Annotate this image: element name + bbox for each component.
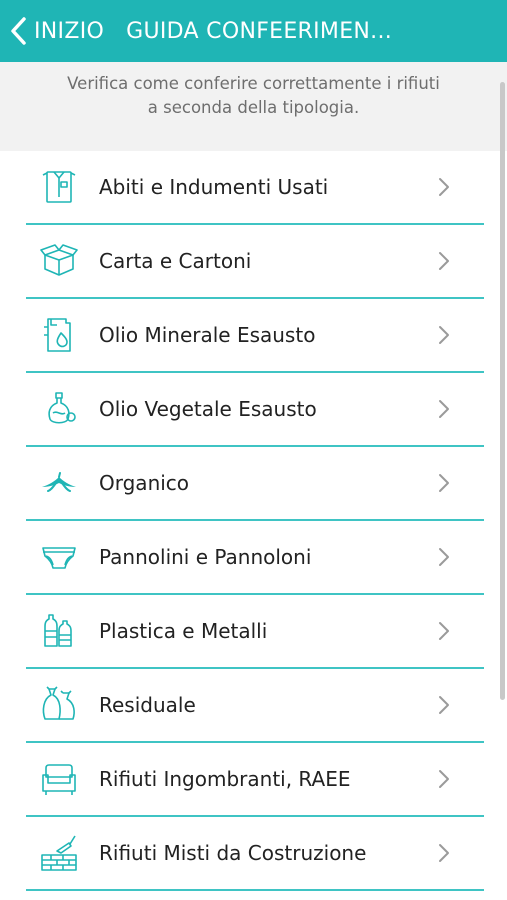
item-label: Organico — [99, 471, 190, 495]
intro-banner: Verifica come conferire correttamente i … — [0, 62, 507, 151]
item-label: Abiti e Indumenti Usati — [99, 175, 329, 199]
list-item-plastica[interactable]: Plastica e Metalli — [26, 595, 484, 669]
chevron-right-icon — [439, 844, 449, 862]
list-item-residuale[interactable]: Residuale — [26, 669, 484, 743]
oil-canister-icon — [36, 312, 82, 358]
page-title: GUIDA CONFEERIMEN... — [126, 18, 393, 44]
list-item-carta[interactable]: Carta e Cartoni — [26, 225, 484, 299]
chevron-right-icon — [439, 252, 449, 270]
plastic-bottles-icon — [36, 608, 82, 654]
item-label: Carta e Cartoni — [99, 249, 252, 273]
trash-bags-icon — [36, 682, 82, 728]
shirt-icon — [36, 164, 82, 210]
back-label: INIZIO — [34, 18, 105, 44]
armchair-icon — [36, 756, 82, 802]
list-item-pannolini[interactable]: Pannolini e Pannoloni — [26, 521, 484, 595]
bricks-trowel-icon — [36, 830, 82, 876]
intro-text: Verifica come conferire correttamente i … — [67, 74, 440, 117]
chevron-right-icon — [439, 622, 449, 640]
back-button[interactable]: INIZIO — [8, 0, 104, 62]
item-label: Residuale — [99, 693, 196, 717]
chevron-right-icon — [439, 400, 449, 418]
item-label: Olio Minerale Esausto — [99, 323, 316, 347]
list-item-organico[interactable]: Organico — [26, 447, 484, 521]
list-item-costruzione[interactable]: Rifiuti Misti da Costruzione — [26, 817, 484, 891]
list-item-ingombranti[interactable]: Rifiuti Ingombranti, RAEE — [26, 743, 484, 817]
app-header: INIZIO GUIDA CONFEERIMEN... — [0, 0, 507, 62]
chevron-right-icon — [439, 548, 449, 566]
oil-bottle-icon — [36, 386, 82, 432]
chevron-right-icon — [439, 474, 449, 492]
banana-peel-icon — [36, 460, 82, 506]
item-label: Rifiuti Ingombranti, RAEE — [99, 767, 351, 791]
chevron-left-icon — [11, 17, 26, 45]
scrollbar[interactable] — [500, 82, 505, 700]
diaper-icon — [36, 534, 82, 580]
cardboard-box-icon — [36, 238, 82, 284]
item-label: Pannolini e Pannoloni — [99, 545, 312, 569]
chevron-right-icon — [439, 178, 449, 196]
list-item-olio-minerale[interactable]: Olio Minerale Esausto — [26, 299, 484, 373]
chevron-right-icon — [439, 696, 449, 714]
list-item-olio-vegetale[interactable]: Olio Vegetale Esausto — [26, 373, 484, 447]
list-item-abiti[interactable]: Abiti e Indumenti Usati — [26, 151, 484, 225]
item-label: Rifiuti Misti da Costruzione — [99, 841, 367, 865]
chevron-right-icon — [439, 326, 449, 344]
chevron-right-icon — [439, 770, 449, 788]
waste-category-list: Abiti e Indumenti Usati Carta e Cartoni … — [26, 151, 484, 891]
item-label: Olio Vegetale Esausto — [99, 397, 317, 421]
item-label: Plastica e Metalli — [99, 619, 268, 643]
